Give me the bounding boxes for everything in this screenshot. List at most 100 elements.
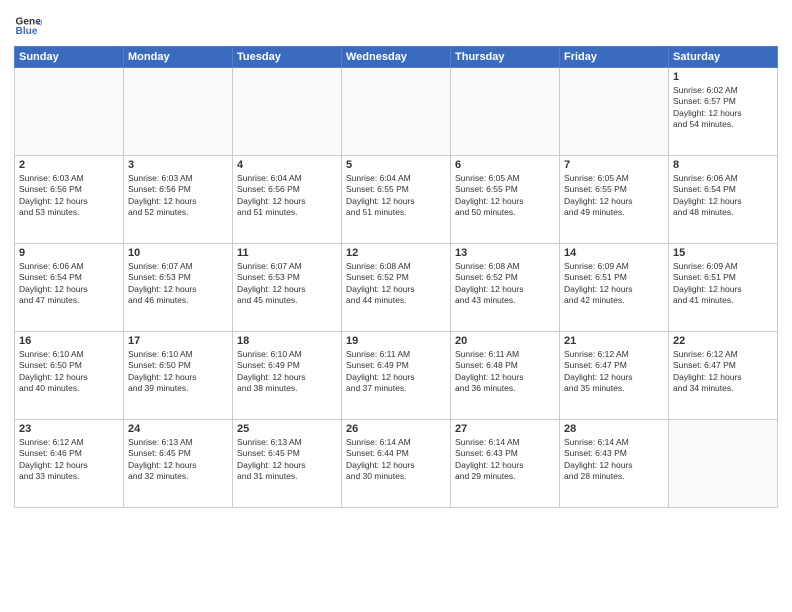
day-info: Sunrise: 6:06 AM Sunset: 6:54 PM Dayligh… [673, 173, 773, 219]
logo: General Blue [14, 12, 42, 40]
day-number: 20 [455, 335, 555, 347]
week-row-5: 23 Sunrise: 6:12 AM Sunset: 6:46 PM Dayli… [15, 420, 778, 508]
day-cell [451, 68, 560, 156]
calendar-table: SundayMondayTuesdayWednesdayThursdayFrid… [14, 46, 778, 508]
day-info: Sunrise: 6:04 AM Sunset: 6:56 PM Dayligh… [237, 173, 337, 219]
week-row-4: 16 Sunrise: 6:10 AM Sunset: 6:50 PM Dayli… [15, 332, 778, 420]
day-cell: 19 Sunrise: 6:11 AM Sunset: 6:49 PM Dayli… [342, 332, 451, 420]
day-number: 19 [346, 335, 446, 347]
day-info: Sunrise: 6:06 AM Sunset: 6:54 PM Dayligh… [19, 261, 119, 307]
day-info: Sunrise: 6:12 AM Sunset: 6:46 PM Dayligh… [19, 437, 119, 483]
svg-text:Blue: Blue [16, 26, 38, 37]
day-cell [669, 420, 778, 508]
day-cell [124, 68, 233, 156]
day-cell [15, 68, 124, 156]
day-info: Sunrise: 6:11 AM Sunset: 6:49 PM Dayligh… [346, 349, 446, 395]
day-info: Sunrise: 6:07 AM Sunset: 6:53 PM Dayligh… [237, 261, 337, 307]
day-cell [560, 68, 669, 156]
day-cell: 27Sunrise: 6:14 AM Sunset: 6:43 PM Dayli… [451, 420, 560, 508]
day-cell [233, 68, 342, 156]
day-info: Sunrise: 6:03 AM Sunset: 6:56 PM Dayligh… [128, 173, 228, 219]
day-number: 17 [128, 335, 228, 347]
day-info: Sunrise: 6:05 AM Sunset: 6:55 PM Dayligh… [564, 173, 664, 219]
day-info: Sunrise: 6:10 AM Sunset: 6:50 PM Dayligh… [19, 349, 119, 395]
day-cell: 18 Sunrise: 6:10 AM Sunset: 6:49 PM Dayli… [233, 332, 342, 420]
day-number: 3 [128, 159, 228, 171]
day-info: Sunrise: 6:14 AM Sunset: 6:44 PM Dayligh… [346, 437, 446, 483]
day-cell: 1 Sunrise: 6:02 AM Sunset: 6:57 PM Daylig… [669, 68, 778, 156]
day-number: 23 [19, 423, 119, 435]
day-cell: 20 Sunrise: 6:11 AM Sunset: 6:48 PM Dayli… [451, 332, 560, 420]
day-number: 28 [564, 423, 664, 435]
page: General Blue SundayMondayTuesdayWednesda… [0, 0, 792, 612]
day-number: 2 [19, 159, 119, 171]
day-cell: 24Sunrise: 6:13 AM Sunset: 6:45 PM Dayli… [124, 420, 233, 508]
day-info: Sunrise: 6:03 AM Sunset: 6:56 PM Dayligh… [19, 173, 119, 219]
day-cell: 25 Sunrise: 6:13 AM Sunset: 6:45 PM Dayli… [233, 420, 342, 508]
day-cell: 26Sunrise: 6:14 AM Sunset: 6:44 PM Dayli… [342, 420, 451, 508]
day-number: 18 [237, 335, 337, 347]
header: General Blue [14, 12, 778, 40]
day-number: 12 [346, 247, 446, 259]
day-info: Sunrise: 6:10 AM Sunset: 6:49 PM Dayligh… [237, 349, 337, 395]
day-info: Sunrise: 6:02 AM Sunset: 6:57 PM Dayligh… [673, 85, 773, 131]
day-number: 6 [455, 159, 555, 171]
col-header-sunday: Sunday [15, 47, 124, 68]
day-number: 9 [19, 247, 119, 259]
day-info: Sunrise: 6:13 AM Sunset: 6:45 PM Dayligh… [237, 437, 337, 483]
day-cell: 23 Sunrise: 6:12 AM Sunset: 6:46 PM Dayli… [15, 420, 124, 508]
day-info: Sunrise: 6:07 AM Sunset: 6:53 PM Dayligh… [128, 261, 228, 307]
day-number: 11 [237, 247, 337, 259]
day-cell: 3 Sunrise: 6:03 AM Sunset: 6:56 PM Daylig… [124, 156, 233, 244]
day-cell: 7 Sunrise: 6:05 AM Sunset: 6:55 PM Daylig… [560, 156, 669, 244]
col-header-thursday: Thursday [451, 47, 560, 68]
day-cell: 2 Sunrise: 6:03 AM Sunset: 6:56 PM Daylig… [15, 156, 124, 244]
day-info: Sunrise: 6:08 AM Sunset: 6:52 PM Dayligh… [455, 261, 555, 307]
col-header-monday: Monday [124, 47, 233, 68]
day-cell: 10 Sunrise: 6:07 AM Sunset: 6:53 PM Dayli… [124, 244, 233, 332]
day-info: Sunrise: 6:04 AM Sunset: 6:55 PM Dayligh… [346, 173, 446, 219]
day-number: 10 [128, 247, 228, 259]
col-header-tuesday: Tuesday [233, 47, 342, 68]
week-row-1: 1 Sunrise: 6:02 AM Sunset: 6:57 PM Daylig… [15, 68, 778, 156]
day-cell: 6 Sunrise: 6:05 AM Sunset: 6:55 PM Daylig… [451, 156, 560, 244]
day-cell: 5 Sunrise: 6:04 AM Sunset: 6:55 PM Daylig… [342, 156, 451, 244]
day-number: 5 [346, 159, 446, 171]
day-number: 24 [128, 423, 228, 435]
day-cell: 11 Sunrise: 6:07 AM Sunset: 6:53 PM Dayli… [233, 244, 342, 332]
header-row: SundayMondayTuesdayWednesdayThursdayFrid… [15, 47, 778, 68]
day-info: Sunrise: 6:09 AM Sunset: 6:51 PM Dayligh… [564, 261, 664, 307]
day-number: 4 [237, 159, 337, 171]
day-number: 25 [237, 423, 337, 435]
col-header-friday: Friday [560, 47, 669, 68]
day-info: Sunrise: 6:14 AM Sunset: 6:43 PM Dayligh… [564, 437, 664, 483]
day-number: 7 [564, 159, 664, 171]
day-number: 15 [673, 247, 773, 259]
day-number: 14 [564, 247, 664, 259]
day-number: 21 [564, 335, 664, 347]
day-number: 22 [673, 335, 773, 347]
day-cell: 13Sunrise: 6:08 AM Sunset: 6:52 PM Dayli… [451, 244, 560, 332]
day-cell: 17 Sunrise: 6:10 AM Sunset: 6:50 PM Dayli… [124, 332, 233, 420]
day-cell: 4 Sunrise: 6:04 AM Sunset: 6:56 PM Daylig… [233, 156, 342, 244]
col-header-saturday: Saturday [669, 47, 778, 68]
day-number: 8 [673, 159, 773, 171]
day-number: 1 [673, 71, 773, 83]
day-info: Sunrise: 6:11 AM Sunset: 6:48 PM Dayligh… [455, 349, 555, 395]
day-cell [342, 68, 451, 156]
day-info: Sunrise: 6:12 AM Sunset: 6:47 PM Dayligh… [564, 349, 664, 395]
week-row-3: 9 Sunrise: 6:06 AM Sunset: 6:54 PM Daylig… [15, 244, 778, 332]
day-cell: 28 Sunrise: 6:14 AM Sunset: 6:43 PM Dayli… [560, 420, 669, 508]
week-row-2: 2 Sunrise: 6:03 AM Sunset: 6:56 PM Daylig… [15, 156, 778, 244]
day-cell: 16 Sunrise: 6:10 AM Sunset: 6:50 PM Dayli… [15, 332, 124, 420]
day-info: Sunrise: 6:05 AM Sunset: 6:55 PM Dayligh… [455, 173, 555, 219]
col-header-wednesday: Wednesday [342, 47, 451, 68]
day-cell: 9 Sunrise: 6:06 AM Sunset: 6:54 PM Daylig… [15, 244, 124, 332]
day-cell: 22Sunrise: 6:12 AM Sunset: 6:47 PM Dayli… [669, 332, 778, 420]
day-info: Sunrise: 6:10 AM Sunset: 6:50 PM Dayligh… [128, 349, 228, 395]
day-info: Sunrise: 6:08 AM Sunset: 6:52 PM Dayligh… [346, 261, 446, 307]
logo-icon: General Blue [14, 12, 42, 40]
day-number: 27 [455, 423, 555, 435]
day-number: 16 [19, 335, 119, 347]
day-cell: 8 Sunrise: 6:06 AM Sunset: 6:54 PM Daylig… [669, 156, 778, 244]
